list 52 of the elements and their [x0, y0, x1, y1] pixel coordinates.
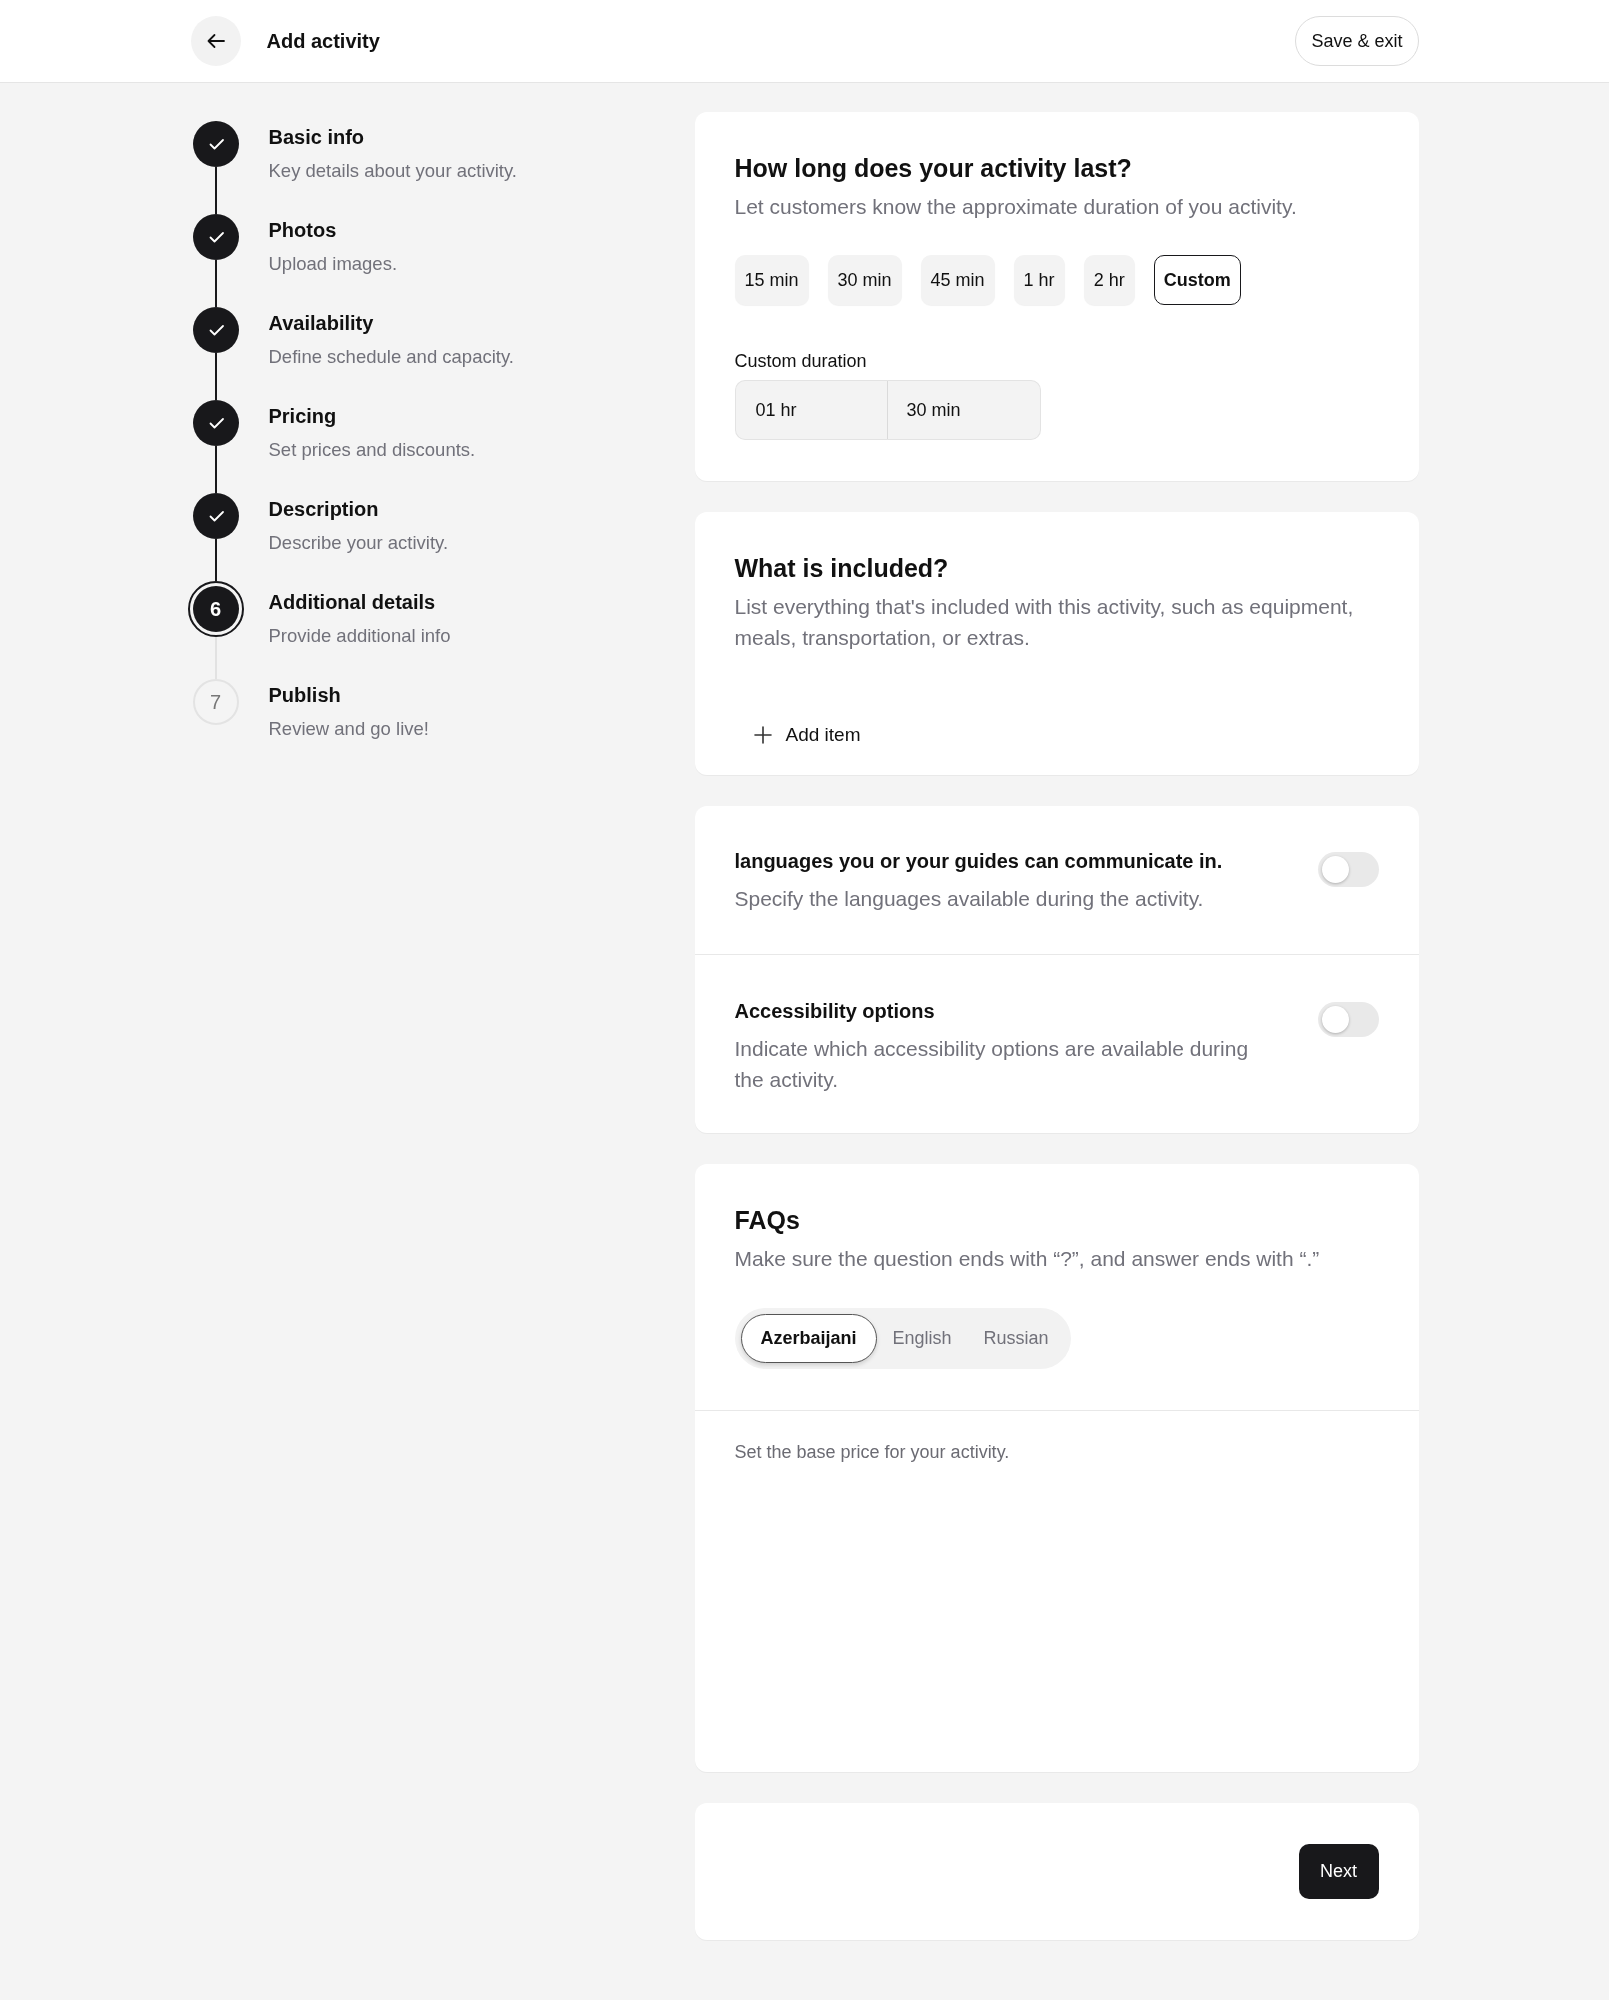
toggle-switch[interactable] — [1317, 852, 1379, 887]
duration-option[interactable]: 15 min — [734, 255, 809, 305]
step-title: Basic info — [268, 125, 366, 150]
step-description: Describe your activity. — [268, 531, 449, 555]
minutes-field[interactable]: 30 min — [887, 380, 1041, 440]
language-tab[interactable]: Russian — [967, 1314, 1065, 1363]
back-button[interactable] — [190, 16, 241, 66]
field-label: Custom duration — [734, 350, 868, 373]
step-connector — [214, 353, 217, 400]
language-tab[interactable]: English — [876, 1314, 968, 1363]
plus-icon — [753, 726, 772, 744]
duration-option[interactable]: 2 hr — [1083, 255, 1135, 305]
step-title: Photos — [268, 218, 338, 243]
step-title: Description — [268, 497, 380, 522]
setting-title: Accessibility options — [734, 999, 936, 1024]
hours-field[interactable]: 01 hr — [734, 380, 888, 440]
duration-option[interactable]: Custom — [1153, 255, 1241, 305]
step-connector — [214, 260, 217, 307]
step-number: 7 — [192, 679, 239, 725]
section-title: What is included? — [734, 553, 950, 583]
step-title: Pricing — [268, 404, 338, 429]
step-number: 6 — [187, 581, 244, 637]
step-description: Set prices and discounts. — [268, 438, 476, 462]
toggle-switch[interactable] — [1317, 1002, 1379, 1037]
hint-text: Set the base price for your activity. — [734, 1441, 1011, 1464]
next-button[interactable]: Next — [1298, 1844, 1379, 1899]
save-exit-button[interactable]: Save & exit — [1295, 16, 1419, 66]
step-description: Upload images. — [268, 252, 398, 276]
add-item-button[interactable]: Add item — [734, 713, 879, 757]
step-description: Review and go live! — [268, 717, 429, 741]
step-connector — [214, 446, 217, 493]
step-connector — [214, 539, 217, 581]
section-title: FAQs — [734, 1205, 801, 1235]
section-description: Let customers know the approximate duration of you activity. — [734, 194, 1298, 220]
setting-description: Specify the languages available during the activity. — [734, 886, 1205, 912]
step-title: Additional details — [268, 590, 437, 615]
step-title: Publish — [268, 683, 342, 708]
step-description: Key details about your activity. — [268, 159, 517, 183]
step-description: Define schedule and capacity. — [268, 345, 514, 369]
section-title: How long does your activity last? — [734, 153, 1133, 183]
step-title: Availability — [268, 311, 375, 336]
step-description: Provide additional info — [268, 624, 451, 648]
section-description: List everything that's included with this activity, such as equipment, meals, transportation, or extras. — [734, 594, 1355, 651]
language-tab[interactable]: Azerbaijani — [740, 1314, 877, 1363]
duration-option[interactable]: 30 min — [827, 255, 902, 305]
duration-option[interactable]: 1 hr — [1013, 255, 1065, 305]
section-description: Make sure the question ends with “?”, and answer ends with “.” — [734, 1246, 1321, 1272]
step-connector — [214, 167, 217, 214]
duration-option[interactable]: 45 min — [920, 255, 995, 305]
page-title: Add activity — [266, 29, 380, 54]
setting-description: Indicate which accessibility options are available during the activity. — [734, 1036, 1250, 1093]
setting-title: languages you or your guides can communicate in. — [734, 849, 1224, 874]
